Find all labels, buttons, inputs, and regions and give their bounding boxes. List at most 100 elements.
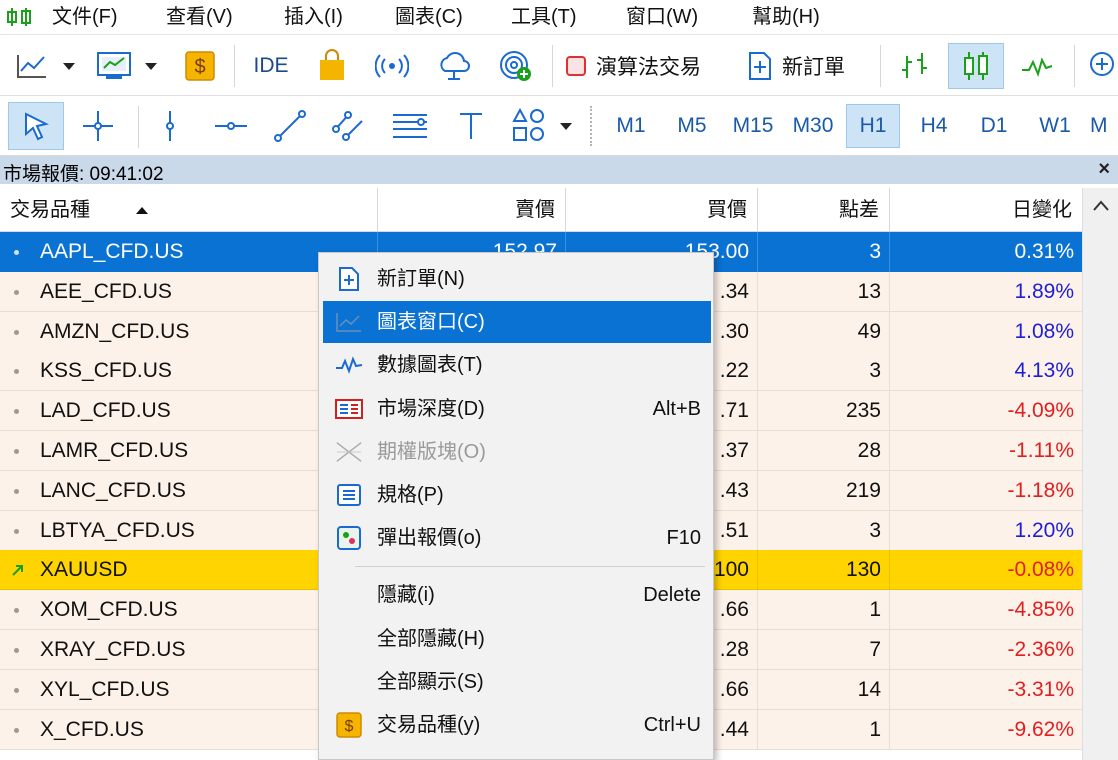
- chart-window-icon: [335, 309, 363, 335]
- timeframe-h1[interactable]: H1: [846, 104, 900, 148]
- timeframe-m5[interactable]: M5: [666, 104, 718, 148]
- menu-charts[interactable]: 圖表(C): [395, 4, 463, 30]
- trendline-icon: [274, 110, 306, 142]
- spread-cell: 1: [758, 709, 890, 750]
- chart-monitor-icon: [97, 52, 131, 79]
- daily-change-cell: -9.62%: [1007, 717, 1074, 741]
- menu-file[interactable]: 文件(F): [52, 4, 118, 30]
- context-menu-item[interactable]: 圖表窗口(C): [323, 301, 711, 344]
- context-menu-item[interactable]: 市場深度(D) Alt+B: [323, 388, 711, 430]
- context-menu-item[interactable]: 全部顯示(S): [323, 661, 711, 703]
- context-menu-item[interactable]: $ 交易品種(y) Ctrl+U: [323, 704, 711, 746]
- channel-icon: [332, 111, 363, 141]
- context-menu-item-label: 新訂單(N): [377, 268, 465, 290]
- timeframe-mn[interactable]: M: [1090, 104, 1118, 148]
- bar-chart-icon: [902, 53, 927, 78]
- shapes-dropdown[interactable]: [556, 102, 576, 150]
- timeframe-d1[interactable]: D1: [968, 104, 1020, 148]
- context-menu-item[interactable]: 數據圖表(T): [323, 344, 711, 386]
- daily-change-cell: -1.11%: [1009, 439, 1074, 462]
- line-chart-button[interactable]: [1012, 43, 1062, 89]
- new-order-button[interactable]: 新訂單: [746, 43, 866, 89]
- vertical-scrollbar[interactable]: [1082, 188, 1118, 760]
- menu-bar: 文件(F) 查看(V) 插入(I) 圖表(C) 工具(T) 窗口(W) 幫助(H…: [0, 0, 1118, 34]
- shapes-tool-button[interactable]: [506, 102, 552, 150]
- market-button[interactable]: [310, 43, 354, 89]
- ide-button[interactable]: IDE: [248, 43, 294, 89]
- ide-label: IDE: [253, 54, 289, 77]
- fibonacci-lines-icon: [393, 114, 427, 138]
- context-menu-item[interactable]: 彈出報價(o) F10: [323, 517, 711, 559]
- equidistant-channel-tool-button[interactable]: [324, 102, 372, 150]
- column-header-spread[interactable]: 點差: [758, 188, 890, 232]
- context-menu: 新訂單(N) 圖表窗口(C) 數據圖表(T) 市場深度(D) Alt+B 期權版塊(O) 規…: [318, 252, 714, 760]
- toolbar-separator: [138, 106, 139, 148]
- cursor-tool-button[interactable]: [8, 102, 64, 150]
- timeframe-m15[interactable]: M15: [726, 104, 780, 148]
- context-menu-item-shortcut: Alt+B: [652, 397, 701, 420]
- community-button[interactable]: [494, 43, 538, 89]
- vps-button[interactable]: [432, 43, 476, 89]
- menu-view[interactable]: 查看(V): [166, 4, 233, 30]
- fibonacci-tool-button[interactable]: [384, 102, 436, 150]
- bar-chart-button[interactable]: [890, 43, 940, 89]
- scroll-up-icon[interactable]: [1091, 198, 1111, 214]
- spread-cell: 49: [758, 311, 890, 352]
- column-header-symbol[interactable]: 交易品種: [0, 188, 378, 232]
- fingerprint-plus-icon: [500, 51, 531, 81]
- close-icon[interactable]: ×: [1098, 158, 1110, 181]
- timeframe-m30[interactable]: M30: [786, 104, 840, 148]
- spread-cell: 1: [758, 590, 890, 631]
- context-menu-item-shortcut: Delete: [643, 584, 701, 607]
- new-chart-dropdown[interactable]: [58, 43, 80, 89]
- signals-button[interactable]: [370, 43, 414, 89]
- spread-cell: 13: [758, 271, 890, 312]
- vertical-line-tool-button[interactable]: [148, 102, 192, 150]
- menu-help[interactable]: 幫助(H): [752, 4, 820, 30]
- trendline-tool-button[interactable]: [266, 102, 314, 150]
- toolbar-grip: [590, 106, 592, 146]
- algo-trading-button[interactable]: 演算法交易: [564, 43, 736, 89]
- candlestick-chart-button[interactable]: [948, 43, 1004, 89]
- context-menu-item-label: 市場深度(D): [377, 397, 485, 420]
- context-menu-item-label: 交易品種(y): [377, 714, 481, 736]
- spread-cell: 3: [758, 232, 890, 272]
- crosshair-tool-button[interactable]: [72, 102, 124, 150]
- standard-toolbar: $ IDE 演算法交易 新訂單: [0, 34, 1118, 96]
- dropdown-arrow-icon: [145, 63, 157, 70]
- options-board-icon: [335, 439, 363, 465]
- timeframe-m1[interactable]: M1: [606, 104, 656, 148]
- menu-tools[interactable]: 工具(T): [511, 4, 577, 30]
- timeframe-h4[interactable]: H4: [908, 104, 960, 148]
- profiles-button[interactable]: [92, 43, 136, 89]
- timeframe-w1[interactable]: W1: [1028, 104, 1082, 148]
- toolbar-separator: [1074, 45, 1075, 87]
- spread-cell: 219: [758, 470, 890, 511]
- context-menu-item[interactable]: 全部隱藏(H): [323, 618, 711, 660]
- daily-change-cell: 0.31%: [1014, 240, 1074, 263]
- zoom-in-button[interactable]: [1084, 43, 1118, 89]
- candlestick-icon: [964, 52, 988, 80]
- context-menu-item[interactable]: 新訂單(N): [323, 258, 711, 300]
- context-menu-item-shortcut: F10: [666, 527, 701, 550]
- horizontal-line-tool-button[interactable]: [206, 102, 256, 150]
- menu-window[interactable]: 窗口(W): [626, 4, 698, 30]
- text-t-icon: [460, 113, 482, 139]
- tick-chart-icon: [335, 352, 363, 378]
- column-header-daily-change[interactable]: 日變化: [890, 188, 1082, 232]
- text-tool-button[interactable]: [448, 102, 494, 150]
- algo-trading-label: 演算法交易: [596, 56, 701, 79]
- new-chart-button[interactable]: [10, 43, 54, 89]
- spread-cell: 14: [758, 669, 890, 710]
- column-header-bid[interactable]: 賣價: [378, 188, 566, 232]
- new-order-label: 新訂單: [782, 56, 845, 79]
- profiles-dropdown[interactable]: [140, 43, 162, 89]
- column-header-ask[interactable]: 買價: [566, 188, 758, 232]
- trading-account-button[interactable]: $: [180, 43, 220, 89]
- shopping-bag-icon: [320, 49, 344, 80]
- menu-insert[interactable]: 插入(I): [284, 4, 343, 30]
- context-menu-item[interactable]: 規格(P): [323, 474, 711, 516]
- spread-cell: 3: [758, 351, 890, 392]
- context-menu-item[interactable]: 隱藏(i) Delete: [323, 574, 711, 616]
- daily-change-cell: -3.31%: [1007, 677, 1074, 701]
